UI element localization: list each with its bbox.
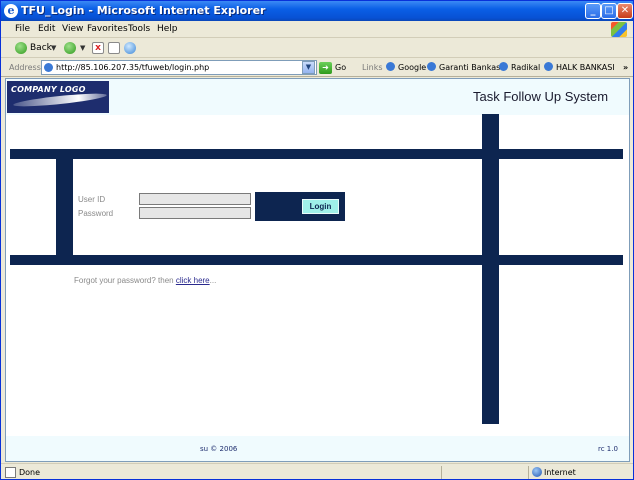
address-url: http://85.106.207.35/tfuweb/login.php: [56, 63, 210, 72]
user-id-input[interactable]: [139, 193, 251, 205]
go-button[interactable]: Go: [335, 59, 346, 77]
company-logo: COMPANY LOGO: [7, 81, 109, 113]
go-arrow-icon[interactable]: ➜: [319, 62, 332, 74]
forward-dropdown-icon[interactable]: ▼: [80, 39, 85, 58]
menu-edit[interactable]: Edit: [38, 21, 55, 38]
page-icon: [44, 63, 53, 72]
address-dropdown-icon[interactable]: ▼: [302, 61, 315, 74]
footer-copyright: su © 2006: [200, 445, 238, 453]
browser-window: e TFU_Login - Microsoft Internet Explore…: [0, 0, 634, 480]
page-status-icon: [5, 467, 16, 478]
link-google[interactable]: Google: [386, 59, 426, 77]
status-divider: [528, 466, 529, 479]
menu-view[interactable]: View: [62, 21, 83, 38]
divider-bar-left: [56, 157, 73, 257]
menu-tools[interactable]: Tools: [128, 21, 150, 38]
minimize-button[interactable]: _: [585, 3, 601, 19]
user-id-label: User ID: [78, 195, 106, 204]
links-label: Links: [362, 63, 383, 72]
title-bar: e TFU_Login - Microsoft Internet Explore…: [1, 1, 633, 21]
internet-zone-icon: [532, 467, 542, 477]
password-label: Password: [78, 209, 114, 218]
link-garanti[interactable]: Garanti Bankasi: [427, 59, 503, 77]
link-icon: [427, 62, 436, 71]
close-button[interactable]: ✕: [617, 3, 633, 19]
page-footer: [6, 436, 629, 461]
login-panel: Login: [255, 192, 345, 221]
link-icon: [544, 62, 553, 71]
stop-icon[interactable]: x: [92, 42, 104, 54]
menu-file[interactable]: File: [15, 21, 30, 38]
security-zone: Internet: [544, 468, 576, 477]
windows-flag-icon: [611, 22, 627, 37]
ie-logo-icon: e: [4, 4, 18, 18]
forward-arrow-icon[interactable]: [64, 42, 76, 54]
forgot-password-text: Forgot your password? then click here...: [74, 276, 217, 285]
address-label: Address: [9, 63, 41, 72]
login-button[interactable]: Login: [302, 199, 339, 214]
window-title: TFU_Login - Microsoft Internet Explorer: [21, 4, 266, 17]
back-button[interactable]: Back: [30, 39, 52, 58]
menu-help[interactable]: Help: [157, 21, 178, 38]
address-bar: Address http://85.106.207.35/tfuweb/logi…: [1, 59, 633, 77]
link-radikal[interactable]: Radikal: [499, 59, 540, 77]
password-input[interactable]: [139, 207, 251, 219]
link-halkbank[interactable]: HALK BANKASI: [544, 59, 615, 77]
link-icon: [386, 62, 395, 71]
status-divider: [441, 466, 442, 479]
app-title: Task Follow Up System: [473, 89, 609, 104]
link-icon: [499, 62, 508, 71]
page-content: COMPANY LOGO Task Follow Up System User …: [5, 78, 630, 462]
maximize-button[interactable]: □: [601, 3, 617, 19]
forgot-password-link[interactable]: click here: [176, 276, 210, 285]
address-input[interactable]: http://85.106.207.35/tfuweb/login.php: [41, 60, 317, 75]
divider-bar-top: [10, 149, 623, 159]
divider-bar-bottom: [10, 255, 623, 265]
footer-version: rc 1.0: [598, 445, 618, 453]
links-overflow-icon[interactable]: »: [623, 59, 628, 77]
back-arrow-icon[interactable]: [15, 42, 27, 54]
status-text: Done: [19, 468, 41, 477]
refresh-icon[interactable]: [108, 42, 120, 54]
menu-bar: File Edit View Favorites Tools Help: [1, 21, 633, 38]
toolbar: Back ▼ ▼ x: [1, 39, 633, 58]
status-bar: Done Internet: [1, 463, 633, 479]
home-icon[interactable]: [124, 42, 136, 54]
back-dropdown-icon[interactable]: ▼: [51, 39, 56, 58]
menu-favorites[interactable]: Favorites: [87, 21, 128, 38]
divider-bar-right: [482, 114, 499, 424]
